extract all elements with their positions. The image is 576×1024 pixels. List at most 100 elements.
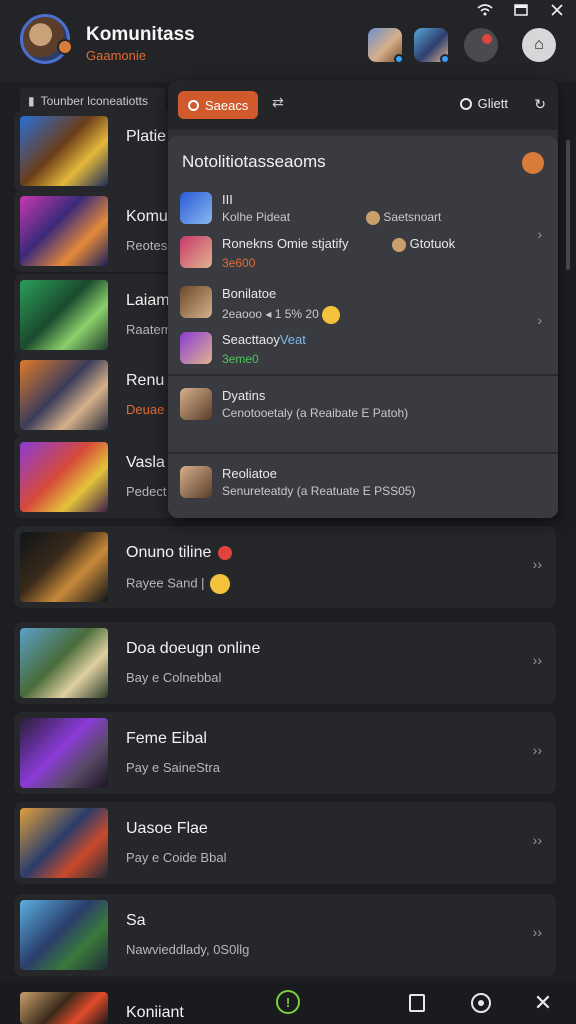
shop-icon[interactable]: [404, 990, 430, 1016]
game-thumbnail: [20, 900, 108, 970]
game-thumbnail: [20, 360, 108, 430]
swap-icon[interactable]: ⇄: [272, 94, 284, 111]
notification-row[interactable]: SeacttaoyVeat 3eme0: [180, 332, 546, 366]
list-item[interactable]: Onuno tiline Rayee Sand | ››: [14, 526, 556, 608]
chevron-icon[interactable]: ››: [533, 742, 542, 758]
game-thumbnail: [20, 280, 108, 350]
row-title: SeacttaoyVeat: [222, 332, 306, 347]
friend-avatar-1[interactable]: [368, 28, 404, 64]
item-status: Rayee Sand |: [126, 574, 231, 594]
notifications-button[interactable]: [464, 28, 498, 62]
player-icon: [392, 237, 406, 252]
app-subtitle: Gaamonie: [86, 48, 146, 63]
item-status: Deuae: [126, 402, 165, 417]
row-title: Bonilatoe: [222, 286, 277, 301]
bell-icon: ⌂: [534, 36, 544, 53]
row-title: Reoliatoe: [222, 466, 277, 481]
row-line: 2eaooo ◂ 1 5% 20: [222, 306, 341, 324]
item-status: Bay e Colnebbal: [126, 670, 222, 685]
online-status-icon: [394, 54, 404, 64]
item-status: Pedect: [126, 484, 167, 499]
online-status-icon: [440, 54, 450, 64]
divider: [168, 452, 558, 454]
list-item[interactable]: Sa Nawvieddlady, 0S0llg ››: [14, 894, 556, 976]
avatar-badge-icon: [57, 39, 73, 55]
season-filter-button[interactable]: Saeacs: [178, 91, 259, 119]
row-title: Ronekns Omie stjatify: [222, 236, 349, 251]
item-name: Laiam: [126, 292, 170, 309]
notification-row[interactable]: III Kolhe Pideat Saetsnoart: [180, 192, 546, 226]
item-status: Pay e SaineStra: [126, 760, 220, 775]
season-label: Saeacs: [205, 97, 249, 113]
row-side: Gtotuok: [392, 236, 455, 252]
item-name: Platie: [126, 128, 167, 145]
scrollbar[interactable]: [566, 140, 570, 270]
chevron-right-icon[interactable]: ›: [537, 312, 542, 328]
search-link[interactable]: Gliett: [459, 96, 508, 111]
profile-menu-button[interactable]: ⌂: [522, 28, 556, 62]
home-icon[interactable]: !: [276, 990, 300, 1014]
refresh-icon[interactable]: ↻: [534, 96, 546, 113]
game-thumbnail: [20, 196, 108, 266]
item-name: Doa doeugn online: [126, 640, 261, 657]
chevron-icon[interactable]: ››: [533, 832, 542, 848]
game-thumbnail: [20, 116, 108, 186]
list-item[interactable]: Doa doeugn online Bay e Colnebbal ››: [14, 622, 556, 704]
panel-avatar-icon[interactable]: [522, 152, 544, 174]
close-window-icon[interactable]: [546, 2, 568, 18]
player-avatar: [180, 466, 212, 498]
row-status: 3e600: [222, 256, 256, 270]
row-title: Dyatins: [222, 388, 266, 403]
game-thumbnail: [20, 808, 108, 878]
player-avatar: [180, 236, 212, 268]
list-item[interactable]: Uasoe Flae Pay e Coide Bbal ››: [14, 802, 556, 884]
status-bar: [0, 0, 576, 22]
app-title: Komunitass: [86, 24, 195, 45]
filter-label: Tounber lconeatiotts: [40, 94, 149, 108]
search-link-label: Gliett: [477, 96, 508, 111]
item-name: Onuno tiline: [126, 544, 232, 562]
item-status: Nawvieddlady, 0S0llg: [126, 942, 250, 957]
item-name: Vasla: [126, 454, 165, 471]
chevron-icon[interactable]: ››: [533, 924, 542, 940]
divider: [168, 374, 558, 376]
filter-icon: ▮: [28, 94, 35, 108]
list-item[interactable]: Feme Eibal Pay e SaineStra ››: [14, 712, 556, 794]
row-side: Saetsnoart: [366, 210, 441, 225]
smile-emoji-icon: [322, 306, 341, 324]
online-badge-icon: [217, 545, 232, 560]
radio-icon: [188, 99, 199, 111]
notification-row[interactable]: Bonilatoe 2eaooo ◂ 1 5% 20: [180, 286, 546, 324]
item-name: Uasoe Flae: [126, 820, 208, 837]
friend-avatar-2[interactable]: [414, 28, 450, 64]
notification-row[interactable]: Reoliatoe Senureteatdy (a Reatuate E PSS…: [180, 466, 546, 500]
close-icon[interactable]: ✕: [530, 990, 556, 1016]
window-icon[interactable]: [510, 2, 532, 18]
game-thumbnail: [20, 718, 108, 788]
item-name: Renu: [126, 372, 165, 389]
wifi-icon: [474, 2, 496, 18]
dropdown-toolbar: Saeacs ⇄ Gliett ↻: [168, 80, 558, 130]
chevron-icon[interactable]: ››: [533, 652, 542, 668]
bottom-item-name[interactable]: Koniiant: [126, 1004, 184, 1022]
bottom-navigation: Koniiant ! ✕: [0, 982, 576, 1024]
player-avatar: [180, 388, 212, 420]
item-name: Komu: [126, 208, 168, 225]
row-title: III: [222, 192, 233, 207]
row-line: Cenotooetaly (a Reaibate E Patoh): [222, 406, 409, 420]
game-thumbnail: [20, 532, 108, 602]
item-name: Sa: [126, 912, 146, 929]
player-icon: [366, 210, 380, 225]
player-avatar: [180, 286, 212, 318]
settings-icon[interactable]: [468, 990, 494, 1016]
game-thumbnail: [20, 628, 108, 698]
chevron-icon[interactable]: ››: [533, 556, 542, 572]
item-status: Pay e Coide Bbal: [126, 850, 227, 865]
item-status: Raatem: [126, 322, 172, 337]
notification-row[interactable]: Dyatins Cenotooetaly (a Reaibate E Patoh…: [180, 388, 546, 422]
notifications-dropdown: Saeacs ⇄ Gliett ↻ Notolitiotasseaoms III…: [168, 80, 558, 518]
panel-title: Notolitiotasseaoms: [182, 152, 326, 171]
player-avatar: [180, 332, 212, 364]
game-thumbnail: [20, 442, 108, 512]
notification-row[interactable]: Ronekns Omie stjatify Gtotuok 3e600: [180, 236, 546, 270]
